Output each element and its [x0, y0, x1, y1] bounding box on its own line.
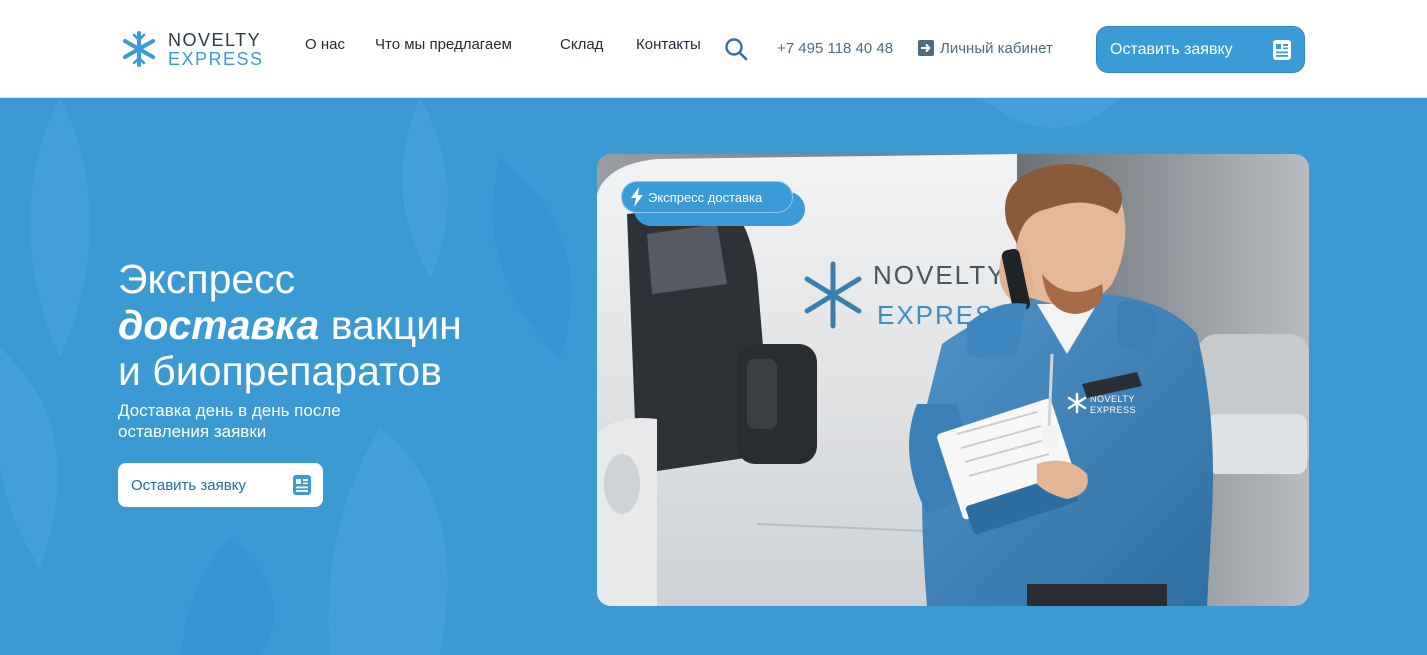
logo-line-2: EXPRESS — [168, 49, 264, 69]
nav-about[interactable]: О нас — [305, 36, 345, 53]
nav-warehouse[interactable]: Склад — [560, 36, 603, 53]
nav-services[interactable]: Что мы предлагаем — [375, 36, 512, 53]
hero-request-button[interactable]: Оставить заявку — [118, 463, 323, 507]
nav-contacts[interactable]: Контакты — [636, 36, 701, 53]
site-logo[interactable]: NOVELTY EXPRESS — [120, 30, 270, 70]
hero-subtitle: Доставка день в день после оставления за… — [118, 401, 341, 441]
van-logo-line-1: NOVELTY — [873, 260, 1006, 290]
logo-line-1: NOVELTY — [168, 30, 262, 50]
header-request-label: Оставить заявку — [1110, 40, 1233, 58]
form-document-icon — [1273, 39, 1291, 60]
logo-wordmark: NOVELTY EXPRESS — [168, 31, 264, 69]
personal-cabinet-link[interactable]: Личный кабинет — [917, 38, 1053, 58]
header-request-button[interactable]: Оставить заявку — [1096, 26, 1305, 73]
jacket-logo-line-2: EXPRESS — [1090, 405, 1136, 415]
form-document-icon — [293, 475, 311, 495]
hero-title-emphasis: доставка — [118, 302, 320, 348]
hero-request-label: Оставить заявку — [131, 476, 246, 494]
login-arrow-icon — [918, 40, 934, 56]
snowflake-logo-icon — [123, 31, 155, 67]
search-icon[interactable] — [724, 37, 748, 61]
lightning-icon — [631, 187, 643, 207]
hero-title: Экспресс доставка вакцин и биопрепаратов — [118, 256, 462, 394]
phone-link[interactable]: +7 495 118 40 48 — [777, 40, 893, 57]
express-delivery-label: Экспресс доставка — [648, 189, 763, 205]
hero-section: Экспресс доставка вакцин и биопрепаратов… — [0, 98, 1427, 655]
express-delivery-badge: Экспресс доставка — [621, 181, 793, 213]
personal-cabinet-label: Личный кабинет — [940, 39, 1053, 57]
hero-title-line-3: и биопрепаратов — [118, 348, 442, 394]
hero-title-line-2: вакцин — [319, 302, 462, 348]
hero-title-line-1: Экспресс — [118, 256, 296, 302]
site-header: NOVELTY EXPRESS О нас Что мы предлагаем … — [0, 0, 1427, 98]
